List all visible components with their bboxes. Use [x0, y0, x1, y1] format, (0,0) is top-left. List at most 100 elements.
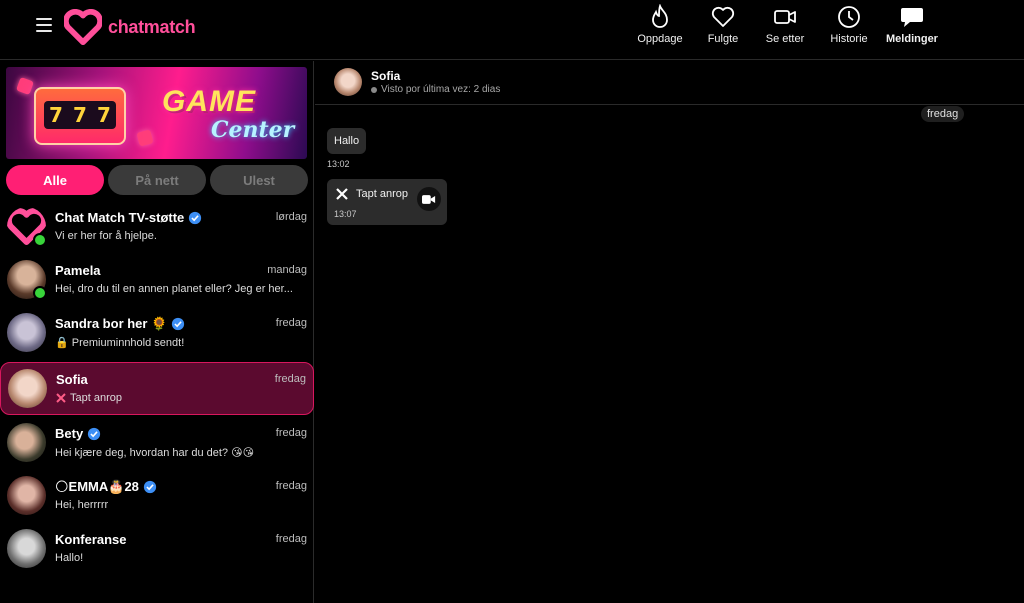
- verified-badge-icon: [172, 317, 185, 331]
- nav-label: Historie: [830, 33, 868, 45]
- chat-avatar[interactable]: [334, 68, 362, 96]
- conversation-preview: 🔒 Premiuminnhold sendt!: [55, 336, 300, 349]
- video-call-button[interactable]: [417, 187, 441, 211]
- filter-tabs: Alle På nett Ulest: [6, 165, 308, 195]
- dice-icon: [136, 129, 154, 147]
- conversation-preview: Hei kjære deg, hvordan har du det? 😘😘: [55, 446, 300, 459]
- nav-label: Se etter: [765, 33, 805, 45]
- video-camera-icon: [774, 10, 796, 24]
- preview-text: 🔒 Premiuminnhold sendt!: [55, 337, 185, 349]
- conversation-item[interactable]: Konferanse fredag Hallo!: [0, 523, 314, 576]
- chat-last-seen: Visto por última vez: 2 dias: [371, 84, 500, 95]
- avatar: [7, 476, 46, 515]
- conversation-panel: 7 7 7 GAME Center Alle På nett Ulest Cha…: [0, 61, 314, 603]
- chat-contact-name[interactable]: Sofia: [371, 69, 400, 83]
- conversation-item[interactable]: 🌕EMMA🎂28 fredag Hei, herrrrr: [0, 470, 314, 523]
- conversation-item[interactable]: Pamela mandag Hei, dro du til en annen p…: [0, 254, 314, 307]
- conversation-item[interactable]: Chat Match TV-støtte lørdag Vi er her fo…: [0, 201, 314, 254]
- status-dot: [371, 86, 377, 93]
- conversation-name: Sandra bor her 🌻: [55, 316, 185, 332]
- top-bar: chatmatch Oppdage Fulgte Se etter Histor…: [0, 0, 1024, 60]
- online-indicator: [33, 233, 47, 247]
- video-camera-icon: [422, 194, 436, 204]
- verified-badge-icon: [143, 480, 157, 494]
- chat-header: Sofia Visto por última vez: 2 dias: [315, 61, 1024, 105]
- preview-text: Vi er her for å hjelpe.: [55, 230, 157, 242]
- name-text: Pamela: [55, 263, 101, 278]
- name-text: Konferanse: [55, 532, 127, 547]
- nav-label: Meldinger: [886, 33, 938, 45]
- conversation-name: 🌕EMMA🎂28: [55, 479, 157, 495]
- conversation-day: mandag: [267, 264, 307, 276]
- name-text: Chat Match TV-støtte: [55, 210, 185, 225]
- preview-text: Hei kjære deg, hvordan har du det? 😘😘: [55, 447, 255, 459]
- conversation-name: Bety: [55, 426, 101, 441]
- conversation-day: fredag: [275, 480, 307, 492]
- game-center-banner[interactable]: 7 7 7 GAME Center: [6, 67, 307, 159]
- conversation-name: Sofia: [56, 372, 88, 387]
- conversation-preview: Hei, herrrrr: [55, 499, 300, 511]
- conversation-preview: Vi er her for å hjelpe.: [55, 230, 300, 242]
- conversation-day: fredag: [275, 533, 307, 545]
- preview-text: Hei, herrrrr: [55, 499, 109, 511]
- message-text: Tapt anrop: [356, 188, 408, 200]
- avatar: [7, 529, 46, 568]
- brand-name: chatmatch: [108, 16, 196, 37]
- chat-bubble-icon: [901, 8, 923, 27]
- banner-subtitle: Center: [211, 117, 295, 143]
- online-indicator: [33, 286, 47, 300]
- conversation-item-active[interactable]: Sofia fredag Tapt anrop: [0, 362, 314, 415]
- name-text: 🌕EMMA🎂28: [55, 479, 139, 494]
- message-time: 13:07: [334, 209, 357, 219]
- nav-messages[interactable]: Meldinger: [884, 0, 940, 60]
- message-text: Hallo: [334, 135, 360, 147]
- conversation-name: Konferanse: [55, 532, 127, 547]
- conversation-list: Chat Match TV-støtte lørdag Vi er her fo…: [0, 201, 314, 572]
- verified-badge-icon: [88, 427, 101, 440]
- banner-title: GAME: [162, 85, 256, 118]
- preview-text: Hallo!: [55, 552, 84, 564]
- dice-icon: [16, 77, 34, 95]
- missed-call-x-icon: [56, 393, 66, 403]
- message-time: 13:02: [327, 159, 350, 169]
- conversation-day: fredag: [275, 427, 307, 439]
- preview-text: Tapt anrop: [70, 392, 122, 404]
- conversation-preview: Hei, dro du til en annen planet eller? J…: [55, 283, 300, 295]
- heart-icon: [711, 6, 735, 27]
- name-text: Sandra bor her 🌻: [55, 316, 168, 331]
- missed-call-bubble[interactable]: Tapt anrop 13:07: [327, 179, 447, 225]
- verified-badge-icon: [189, 211, 202, 224]
- filter-all[interactable]: Alle: [6, 165, 104, 195]
- close-x-icon: [336, 188, 348, 200]
- nav-browse[interactable]: Se etter: [761, 0, 809, 60]
- nav-discover[interactable]: Oppdage: [636, 0, 684, 60]
- avatar: [8, 369, 47, 408]
- slot-digit: 7: [49, 103, 63, 127]
- chat-panel: Sofia Visto por última vez: 2 dias freda…: [315, 61, 1024, 603]
- nav-label: Fulgte: [707, 33, 739, 45]
- conversation-name: Chat Match TV-støtte: [55, 210, 202, 225]
- name-text: Sofia: [56, 372, 88, 387]
- filter-online[interactable]: På nett: [108, 165, 206, 195]
- logo[interactable]: chatmatch: [64, 8, 196, 46]
- avatar: [7, 423, 46, 462]
- conversation-preview: Tapt anrop: [56, 392, 301, 404]
- nav-history[interactable]: Historie: [825, 0, 873, 60]
- conversation-item[interactable]: Sandra bor her 🌻 fredag 🔒 Premiuminnhold…: [0, 307, 314, 360]
- slot-machine-icon: 7 7 7: [34, 87, 126, 145]
- preview-text: Hei, dro du til en annen planet eller? J…: [55, 283, 293, 295]
- nav-following[interactable]: Fulgte: [699, 0, 747, 60]
- clock-icon: [838, 6, 860, 28]
- filter-unread[interactable]: Ulest: [210, 165, 308, 195]
- heart-logo-icon: [64, 9, 102, 45]
- nav-label: Oppdage: [637, 33, 683, 45]
- conversation-day: lørdag: [275, 211, 307, 223]
- conversation-name: Pamela: [55, 263, 101, 278]
- message-bubble[interactable]: Hallo: [327, 128, 367, 154]
- menu-icon[interactable]: [36, 18, 52, 32]
- flame-icon: [652, 4, 668, 28]
- conversation-item[interactable]: Bety fredag Hei kjære deg, hvordan har d…: [0, 417, 314, 470]
- date-separator: fredag: [921, 106, 965, 122]
- conversation-preview: Hallo!: [55, 552, 300, 564]
- slot-digit: 7: [73, 103, 87, 127]
